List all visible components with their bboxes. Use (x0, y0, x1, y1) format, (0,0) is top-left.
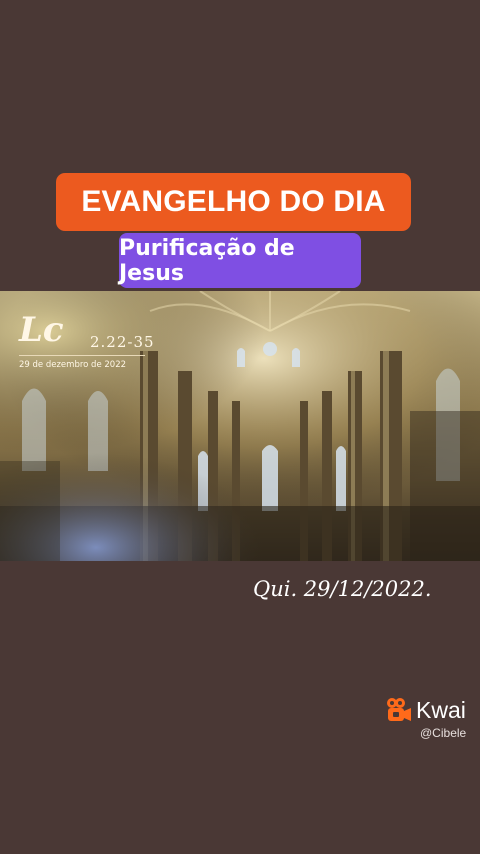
cathedral-illustration (0, 291, 480, 561)
kwai-brand: Kwai (416, 697, 466, 723)
subtitle-banner: Purificação de Jesus (119, 233, 361, 288)
scripture-date: 29 de dezembro de 2022 (19, 360, 127, 370)
scripture-verses: 2.22-35 (90, 333, 155, 351)
date-caption: Qui. 29/12/2022. (253, 577, 432, 601)
subtitle-text: Purificação de Jesus (119, 235, 295, 286)
scripture-divider (19, 355, 145, 356)
kwai-user-handle: @Cibele (420, 726, 467, 740)
scripture-book: Lc (19, 310, 64, 350)
kwai-camera-icon (386, 697, 412, 723)
title-banner: EVANGELHO DO DIA (56, 173, 411, 231)
cathedral-image: Lc 2.22-35 29 de dezembro de 2022 (0, 291, 480, 561)
title-text: EVANGELHO DO DIA (81, 185, 386, 218)
